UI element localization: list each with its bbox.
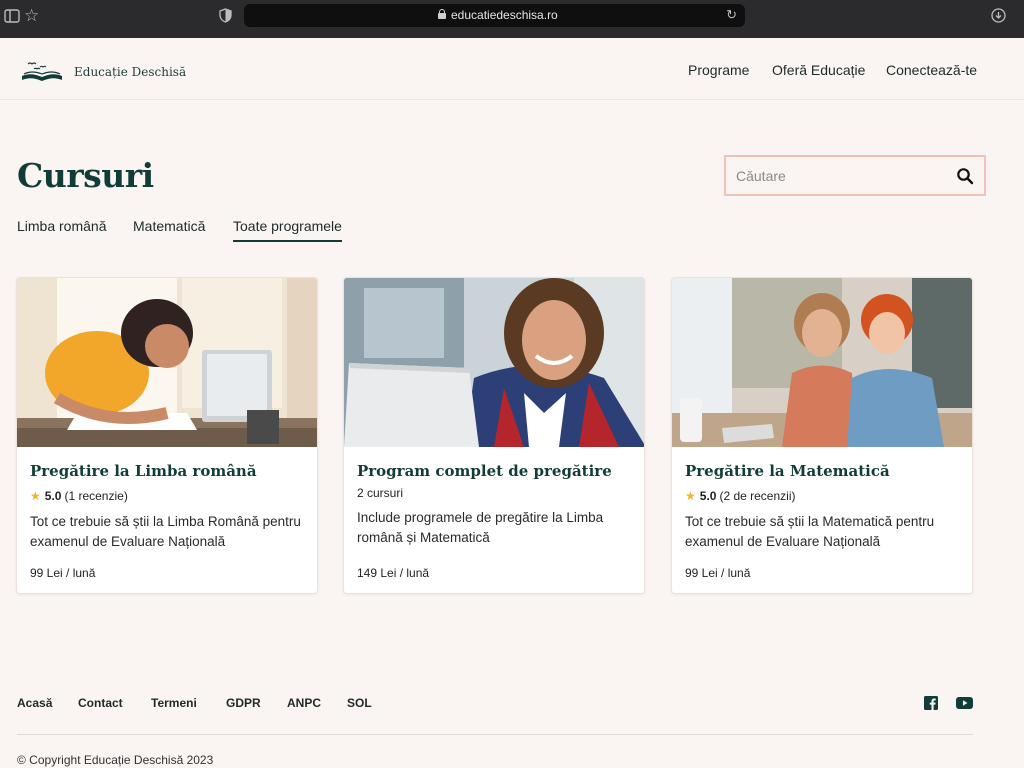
page-title: Cursuri <box>17 156 154 195</box>
course-card-matematica[interactable]: Pregătire la Matematică ★ 5.0 (2 de recenz… <box>671 277 973 594</box>
star-icon: ★ <box>30 489 41 503</box>
footer-divider <box>17 734 973 735</box>
course-image-student-laptop[interactable] <box>344 278 645 447</box>
star-icon: ★ <box>685 489 696 503</box>
course-count: 2 cursuri <box>357 486 404 500</box>
course-price: 99 Lei / lună <box>685 566 751 580</box>
reload-icon[interactable]: ↻ <box>726 7 737 23</box>
rating-value: 5.0 <box>44 489 62 503</box>
course-description: Include programele de pregătire la Limba… <box>357 510 604 545</box>
browser-toolbar: ☆ educatiedeschisa.ro ↻ <box>0 0 1024 38</box>
footer-link-sol[interactable]: SOL <box>347 696 372 710</box>
tab-matematica[interactable]: Matematică <box>133 218 205 240</box>
sidebar-toggle-icon[interactable] <box>4 8 20 24</box>
rating-value: 5.0 <box>699 489 717 503</box>
tab-limba-romana[interactable]: Limba română <box>17 218 107 240</box>
footer-link-contact[interactable]: Contact <box>78 696 123 710</box>
open-book-logo-icon[interactable] <box>20 60 64 84</box>
search-box <box>724 155 986 196</box>
course-card-program-complet[interactable]: Program complet de pregătire 2 cursuri I… <box>343 277 645 594</box>
url-text: educatiedeschisa.ro <box>451 8 558 22</box>
brand-name[interactable]: Educație Deschisă <box>74 65 186 79</box>
nav-programe[interactable]: Programe <box>688 62 749 78</box>
search-icon[interactable] <box>956 167 974 185</box>
course-title[interactable]: Pregătire la Matematică <box>685 462 890 480</box>
footer-link-termeni[interactable]: Termeni <box>151 696 197 710</box>
footer-link-gdpr[interactable]: GDPR <box>226 696 261 710</box>
course-price: 99 Lei / lună <box>30 566 96 580</box>
course-description: Tot ce trebuie să știi la Limba Română p… <box>30 514 301 549</box>
tab-toate-programele[interactable]: Toate programele <box>233 218 342 242</box>
course-title[interactable]: Program complet de pregătire <box>357 462 612 480</box>
youtube-icon[interactable] <box>956 697 973 709</box>
course-card-limba-romana[interactable]: Pregătire la Limba română ★ 5.0 (1 recenzi… <box>16 277 318 594</box>
course-rating: ★ 5.0 (2 de recenzii) <box>685 489 795 503</box>
nav-conecteaza-te[interactable]: Conectează-te <box>886 62 977 78</box>
course-price: 149 Lei / lună <box>357 566 430 580</box>
facebook-icon[interactable] <box>924 696 938 710</box>
download-icon[interactable] <box>991 8 1006 23</box>
course-image-mother-son-computer[interactable] <box>672 278 973 447</box>
bookmark-star-icon[interactable]: ☆ <box>24 7 39 24</box>
course-rating: ★ 5.0 (1 recenzie) <box>30 489 128 503</box>
footer-link-anpc[interactable]: ANPC <box>287 696 321 710</box>
course-title[interactable]: Pregătire la Limba română <box>30 462 257 480</box>
course-image-student-writing[interactable] <box>17 278 318 447</box>
footer-link-acasa[interactable]: Acasă <box>17 696 52 710</box>
shield-icon[interactable] <box>219 8 232 23</box>
review-count: (2 de recenzii) <box>719 489 796 503</box>
nav-ofera-educatie[interactable]: Oferă Educație <box>772 62 865 78</box>
search-input[interactable] <box>736 166 946 186</box>
address-bar[interactable]: educatiedeschisa.ro ↻ <box>244 4 745 27</box>
course-description: Tot ce trebuie să știi la Matematică pen… <box>685 514 935 549</box>
site-header: Educație Deschisă Programe Oferă Educați… <box>0 38 1024 100</box>
review-count: (1 recenzie) <box>64 489 128 503</box>
lock-icon <box>438 9 446 19</box>
copyright-text: © Copyright Educație Deschisă 2023 <box>17 753 214 767</box>
